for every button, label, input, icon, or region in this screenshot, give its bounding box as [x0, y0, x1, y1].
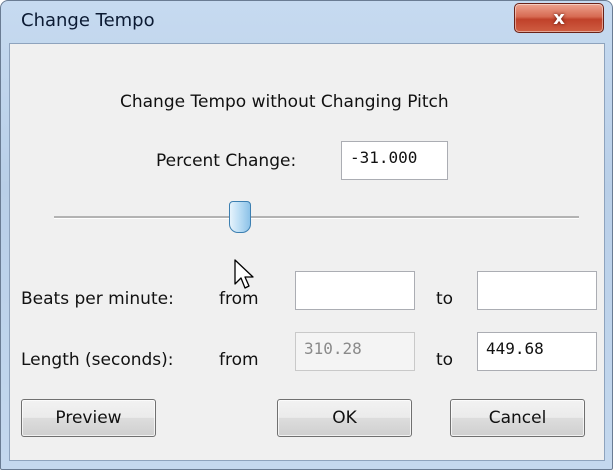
length-to-input[interactable]: 449.68 — [477, 332, 597, 371]
ok-button[interactable]: OK — [277, 399, 412, 437]
bpm-from-label: from — [219, 289, 259, 309]
length-from-input: 310.28 — [295, 332, 415, 371]
change-tempo-window: Change Tempo x Change Tempo without Chan… — [0, 0, 613, 470]
length-seconds-label: Length (seconds): — [21, 350, 174, 370]
length-from-label: from — [219, 350, 259, 370]
close-icon: x — [553, 7, 565, 29]
title-bar[interactable]: Change Tempo x — [1, 1, 612, 43]
bpm-to-input[interactable] — [477, 271, 597, 310]
length-to-label: to — [436, 350, 454, 370]
beats-per-minute-label: Beats per minute: — [21, 289, 174, 309]
window-title: Change Tempo — [21, 10, 155, 31]
preview-button[interactable]: Preview — [21, 399, 156, 437]
percent-change-input[interactable]: -31.000 — [341, 141, 448, 180]
dialog-heading: Change Tempo without Changing Pitch — [120, 92, 449, 112]
bpm-to-label: to — [436, 289, 454, 309]
percent-change-label: Percent Change: — [156, 151, 297, 171]
bpm-from-input[interactable] — [295, 271, 415, 310]
dialog-body: Change Tempo without Changing Pitch Perc… — [9, 43, 605, 461]
cancel-button[interactable]: Cancel — [450, 399, 585, 437]
tempo-slider-thumb[interactable] — [229, 201, 251, 233]
mouse-pointer-icon — [234, 259, 254, 289]
tempo-slider-track[interactable] — [54, 216, 579, 219]
close-button[interactable]: x — [514, 3, 604, 33]
